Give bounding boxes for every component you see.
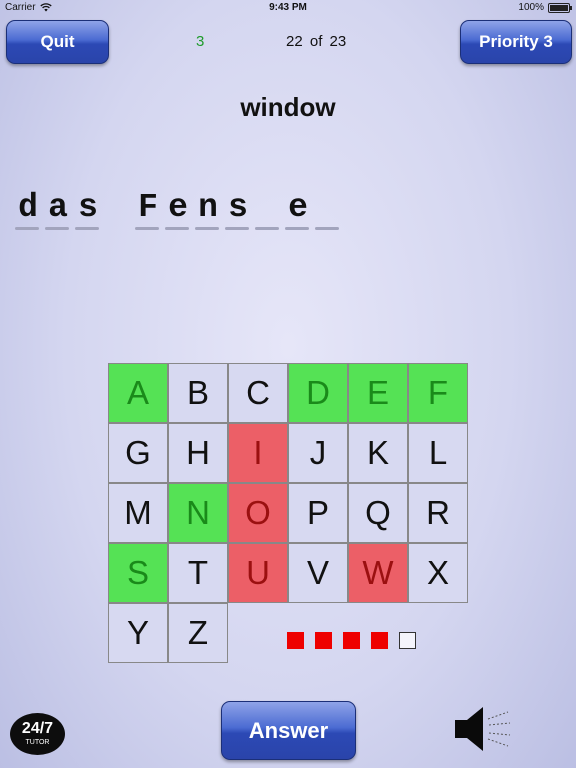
status-bar: Carrier 9:43 PM 100% <box>0 0 576 16</box>
letter-key-k[interactable]: K <box>348 423 408 483</box>
answer-slot: e <box>163 190 193 234</box>
letter-key-i[interactable]: I <box>228 423 288 483</box>
logo-text: 24/7 <box>21 720 54 737</box>
attempt-marker <box>315 632 332 649</box>
attempts-indicator <box>287 632 416 649</box>
attempt-marker <box>399 632 416 649</box>
letter-key-x[interactable]: X <box>408 543 468 603</box>
slot-underline <box>315 227 339 230</box>
slot-underline <box>165 227 189 230</box>
clock: 9:43 PM <box>269 2 307 13</box>
letter-key-u[interactable]: U <box>228 543 288 603</box>
answer-letter: d <box>18 189 38 226</box>
letter-key-e[interactable]: E <box>348 363 408 423</box>
letter-key-t[interactable]: T <box>168 543 228 603</box>
letter-key-j[interactable]: J <box>288 423 348 483</box>
attempt-marker <box>343 632 360 649</box>
letter-key-b[interactable]: B <box>168 363 228 423</box>
slot-underline <box>255 227 279 230</box>
slot-underline <box>195 227 219 230</box>
letter-key-l[interactable]: L <box>408 423 468 483</box>
letter-key-g[interactable]: G <box>108 423 168 483</box>
answer-slot: a <box>43 190 73 234</box>
logo-subtext: TUTOR <box>25 739 50 746</box>
answer-letter: s <box>228 189 248 226</box>
answer-slot <box>253 190 283 234</box>
answer-slot: s <box>223 190 253 234</box>
slot-underline <box>15 227 39 230</box>
letter-key-z[interactable]: Z <box>168 603 228 663</box>
letter-key-y[interactable]: Y <box>108 603 168 663</box>
score-counter: 3 <box>196 33 205 50</box>
letter-key-n[interactable]: N <box>168 483 228 543</box>
letter-key-c[interactable]: C <box>228 363 288 423</box>
letter-grid: ABCDEF GHIJKL MNOPQR STUVWX YZ <box>108 363 469 663</box>
slot-underline <box>45 227 69 230</box>
answer-slot <box>103 190 133 234</box>
answer-letter: e <box>288 189 308 226</box>
prompt-word: window <box>240 92 336 122</box>
attempt-marker <box>287 632 304 649</box>
letter-key-a[interactable]: A <box>108 363 168 423</box>
progress-counter: 22 of 23 <box>286 33 347 50</box>
answer-letter: n <box>198 189 218 226</box>
quit-button[interactable]: Quit <box>6 20 109 64</box>
speaker-icon[interactable] <box>452 704 512 754</box>
letter-key-r[interactable]: R <box>408 483 468 543</box>
letter-key-f[interactable]: F <box>408 363 468 423</box>
tutor-logo: 24/7 TUTOR <box>10 713 65 755</box>
letter-key-o[interactable]: O <box>228 483 288 543</box>
letter-key-v[interactable]: V <box>288 543 348 603</box>
slot-underline <box>135 227 159 230</box>
answer-letter: e <box>168 189 188 226</box>
answer-letter: a <box>48 189 68 226</box>
answer-slot: n <box>193 190 223 234</box>
battery-percent: 100% <box>518 2 544 13</box>
slot-underline <box>285 227 309 230</box>
answer-button[interactable]: Answer <box>221 701 356 760</box>
attempt-marker <box>371 632 388 649</box>
letter-key-h[interactable]: H <box>168 423 228 483</box>
letter-key-m[interactable]: M <box>108 483 168 543</box>
letter-key-q[interactable]: Q <box>348 483 408 543</box>
battery-indicator: 100% <box>518 2 572 13</box>
letter-key-p[interactable]: P <box>288 483 348 543</box>
answer-letter: s <box>78 189 98 226</box>
answer-slots: das Fense <box>13 190 343 234</box>
battery-icon <box>548 2 572 13</box>
answer-slot: e <box>283 190 313 234</box>
slot-underline <box>75 227 99 230</box>
answer-slot: F <box>133 190 163 234</box>
letter-key-d[interactable]: D <box>288 363 348 423</box>
answer-slot: d <box>13 190 43 234</box>
letter-key-w[interactable]: W <box>348 543 408 603</box>
answer-letter: F <box>138 189 158 226</box>
answer-slot: s <box>73 190 103 234</box>
answer-slot <box>313 190 343 234</box>
slot-underline <box>225 227 249 230</box>
priority-button[interactable]: Priority 3 <box>460 20 572 64</box>
letter-key-s[interactable]: S <box>108 543 168 603</box>
